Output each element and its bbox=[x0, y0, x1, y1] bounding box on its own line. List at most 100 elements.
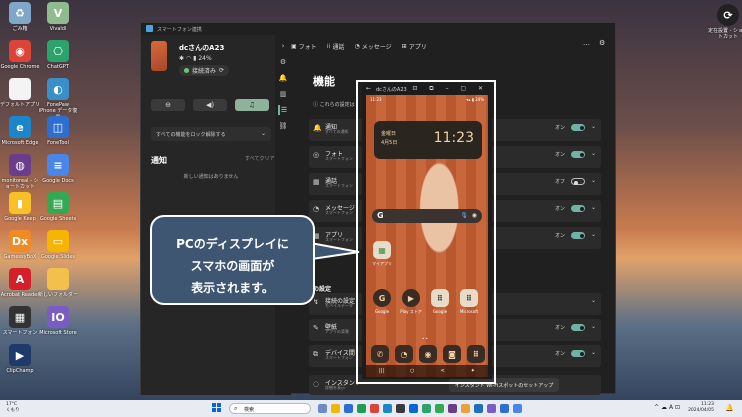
desktop-icon[interactable]: ▦ スマートフォン bbox=[0, 306, 40, 336]
desktop-icon[interactable]: ◫ FoneTool bbox=[38, 116, 78, 146]
app-icon: ▦ bbox=[9, 306, 31, 328]
taskbar-app-icon[interactable] bbox=[461, 404, 470, 413]
desktop-icon[interactable]: ◉ Google Chrome bbox=[0, 40, 40, 70]
taskbar-app-icon[interactable] bbox=[409, 404, 418, 413]
media-button[interactable]: ♫ bbox=[235, 99, 269, 111]
toggle-status: オン bbox=[554, 206, 565, 212]
app-icon: e bbox=[9, 116, 31, 138]
dnd-button[interactable]: ⊖ bbox=[151, 99, 185, 111]
taskbar-clock[interactable]: 11:23 2024/04/05 bbox=[688, 402, 714, 414]
taskbar-app-icon[interactable] bbox=[487, 404, 496, 413]
taskbar-app-icon[interactable] bbox=[500, 404, 509, 413]
app-icon: IO bbox=[47, 306, 69, 328]
taskbar-app-icon[interactable] bbox=[344, 404, 353, 413]
taskbar-app-icon[interactable] bbox=[435, 404, 444, 413]
app-icon: ◫ bbox=[47, 116, 69, 138]
app-icon: ♻ bbox=[9, 2, 31, 24]
desktop-icon[interactable]: 新しいフォルダー bbox=[38, 268, 78, 298]
desktop-icon-label: Microsoft Edge bbox=[1, 140, 39, 146]
desktop-icon[interactable]: ⎔ ChatGPT bbox=[38, 40, 78, 70]
desktop-icon[interactable]: ▶ ClipChamp bbox=[0, 344, 40, 374]
desktop-icon[interactable]: ▭ Google Slides bbox=[38, 230, 78, 260]
tab-calls[interactable]: ⁞⁞ 通話 bbox=[327, 39, 345, 53]
tab-messages[interactable]: ◔ メッセージ bbox=[355, 39, 392, 53]
start-button[interactable] bbox=[212, 403, 222, 413]
row-subtitle: スマートフォン bbox=[325, 156, 353, 161]
weather-widget[interactable]: 17°C くもり bbox=[6, 402, 20, 414]
chevron-down-icon[interactable]: ⌄ bbox=[591, 297, 596, 304]
more-menu-icon[interactable]: … bbox=[583, 39, 590, 47]
clear-all-link[interactable]: すべてクリア bbox=[245, 155, 274, 162]
desktop-icon-label: Google Slides bbox=[40, 254, 76, 260]
desktop-icon-settings-shortcut[interactable]: ⟳ 定在設置 - ショートカット bbox=[708, 4, 742, 40]
feature-toggle[interactable] bbox=[571, 350, 585, 357]
row-icon: ⧉ bbox=[313, 350, 318, 358]
chevron-down-icon[interactable]: ⌄ bbox=[591, 177, 596, 184]
volume-button[interactable]: ◀) bbox=[193, 99, 227, 111]
app-icon bbox=[9, 78, 31, 100]
desktop-icon-label: Acrobat Reader bbox=[0, 292, 40, 298]
taskbar-app-icon[interactable] bbox=[331, 404, 340, 413]
link-icon[interactable]: ⛓ bbox=[278, 121, 288, 131]
feature-toggle[interactable] bbox=[571, 205, 585, 212]
tab-photos[interactable]: ▣ フォト bbox=[291, 39, 317, 53]
taskbar-app-icon[interactable] bbox=[422, 404, 431, 413]
desktop-icon[interactable]: ♻ ごみ箱 bbox=[0, 2, 40, 32]
chevron-down-icon[interactable]: ⌄ bbox=[591, 123, 596, 130]
feature-toggle[interactable] bbox=[571, 151, 585, 158]
taskbar-app-icon[interactable] bbox=[448, 404, 457, 413]
taskbar-app-icon[interactable] bbox=[357, 404, 366, 413]
row-subtitle: スマートフォン bbox=[325, 210, 353, 215]
settings-gear-icon[interactable]: ⚙ bbox=[599, 39, 605, 47]
feature-toggle[interactable] bbox=[571, 232, 585, 239]
taskbar-search[interactable]: ⌕ 検索 bbox=[229, 403, 311, 414]
desktop-icon[interactable]: Dx GamessyBoX bbox=[0, 230, 40, 260]
features-icon[interactable]: ☰ bbox=[278, 105, 288, 115]
grid-icon: ⁞⁞ bbox=[326, 42, 331, 50]
unlock-features-dropdown[interactable]: すべての機能をロック解除する ⌄ bbox=[151, 127, 271, 141]
chevron-down-icon[interactable]: ⌄ bbox=[591, 150, 596, 157]
chevron-down-icon[interactable]: ⌄ bbox=[591, 204, 596, 211]
chevron-down-icon[interactable]: ⌄ bbox=[591, 231, 596, 238]
row-subtitle: 詳細を表示 bbox=[325, 385, 345, 390]
feature-toggle[interactable] bbox=[571, 178, 585, 185]
system-tray[interactable]: ^ ☁ A ⊡ bbox=[654, 404, 680, 411]
app-icon: ⎔ bbox=[47, 40, 69, 62]
music-icon: ♫ bbox=[248, 101, 256, 109]
row-subtitle: すべての通知 bbox=[325, 129, 349, 134]
taskbar-app-icon[interactable] bbox=[513, 404, 522, 413]
bell-icon[interactable]: 🔔 bbox=[278, 73, 288, 83]
desktop-icon-label: Vivaldi bbox=[49, 26, 67, 32]
settings-intro: ⓘ これらの設定は bbox=[313, 102, 355, 108]
notification-bell-icon[interactable]: 🔔 bbox=[725, 404, 734, 412]
taskbar-app-icon[interactable] bbox=[396, 404, 405, 413]
taskbar-app-icon[interactable] bbox=[383, 404, 392, 413]
collapse-icon[interactable]: › bbox=[278, 41, 288, 51]
highlight-frame bbox=[356, 80, 496, 384]
refresh-icon[interactable]: ⟳ bbox=[219, 67, 224, 74]
tab-apps[interactable]: ⊞ アプリ bbox=[402, 39, 427, 53]
desktop-icon[interactable]: ◐FonePaw iPhone データ復元 bbox=[38, 78, 78, 120]
callout-line-1: PCのディスプレイに bbox=[176, 237, 289, 251]
desktop-icon[interactable]: ≡ Google Docs bbox=[38, 154, 78, 184]
desktop-icon[interactable]: ▤ Google Sheets bbox=[38, 192, 78, 222]
desktop-icon[interactable]: A Acrobat Reader bbox=[0, 268, 40, 298]
chevron-down-icon[interactable]: ⌄ bbox=[591, 323, 596, 330]
chevron-down-icon[interactable]: ⌄ bbox=[591, 349, 596, 356]
desktop-icon[interactable]: ◍ monitoreal - ショートカット bbox=[0, 154, 40, 190]
taskbar-app-icon[interactable] bbox=[318, 404, 327, 413]
desktop-icon[interactable]: デフォルトアプリ bbox=[0, 78, 40, 108]
feature-toggle[interactable] bbox=[571, 124, 585, 131]
feature-toggle[interactable] bbox=[571, 324, 585, 331]
desktop-icon[interactable]: IO Microsoft Store bbox=[38, 306, 78, 336]
desktop-icon[interactable]: e Microsoft Edge bbox=[0, 116, 40, 146]
desktop-icon[interactable]: ▮ Google Keep bbox=[0, 192, 40, 222]
taskbar-app-icon[interactable] bbox=[370, 404, 379, 413]
device-name: dcさんのA23 bbox=[179, 44, 225, 52]
desktop-icon-label: Google Chrome bbox=[0, 64, 40, 70]
connection-status-badge[interactable]: 接続済み ⟳ bbox=[179, 65, 230, 76]
settings-rail-icon[interactable]: ⚙ bbox=[278, 57, 288, 67]
taskbar-app-icon[interactable] bbox=[474, 404, 483, 413]
desktop-icon[interactable]: V Vivaldi bbox=[38, 2, 78, 32]
calls-icon[interactable]: ▥ bbox=[278, 89, 288, 99]
